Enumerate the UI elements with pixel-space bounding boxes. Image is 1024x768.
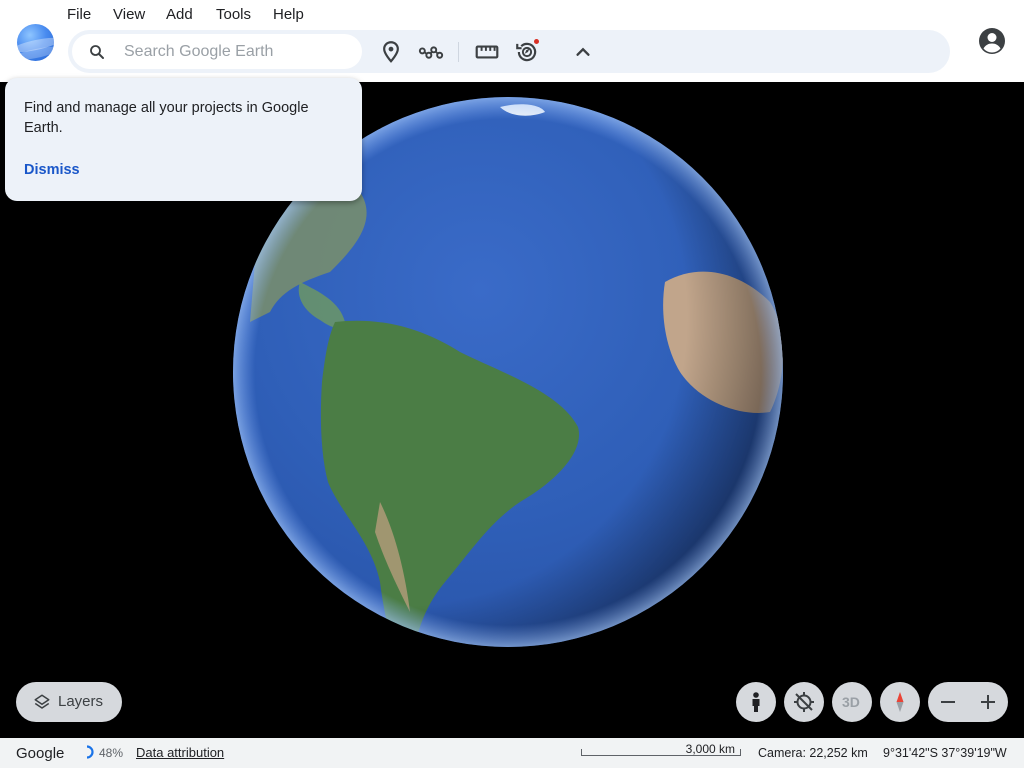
cursor-coordinates: 9°31'42"S 37°39'19"W bbox=[883, 746, 1007, 760]
menu-view[interactable]: View bbox=[113, 6, 145, 23]
voyager-icon[interactable] bbox=[514, 39, 540, 65]
loading-percent: 48% bbox=[99, 746, 124, 760]
pegman-icon bbox=[752, 692, 760, 712]
toggle-3d-button[interactable]: 3D bbox=[832, 682, 872, 722]
google-wordmark: Google bbox=[16, 745, 65, 762]
top-app-bar: File View Add Tools Help bbox=[0, 0, 1024, 82]
toggle-3d-label: 3D bbox=[842, 694, 860, 710]
scale-tick-left bbox=[581, 749, 582, 756]
data-attribution-link[interactable]: Data attribution bbox=[136, 745, 224, 760]
main-toolbar bbox=[68, 30, 950, 73]
scale-bar: 3,000 km bbox=[581, 742, 741, 761]
status-bar: Google 48% Data attribution 3,000 km Cam… bbox=[0, 738, 1024, 768]
account-icon[interactable] bbox=[977, 26, 1007, 56]
toolbar-divider bbox=[458, 42, 459, 62]
dismiss-button[interactable]: Dismiss bbox=[24, 162, 80, 178]
menu-help[interactable]: Help bbox=[273, 6, 304, 23]
location-off-icon bbox=[794, 692, 814, 712]
plus-icon bbox=[981, 695, 995, 709]
path-icon[interactable] bbox=[418, 39, 444, 65]
street-view-button[interactable] bbox=[736, 682, 776, 722]
google-earth-logo[interactable] bbox=[17, 24, 54, 61]
compass-button[interactable] bbox=[880, 682, 920, 722]
zoom-controls bbox=[928, 682, 1008, 722]
search-icon[interactable] bbox=[88, 43, 106, 61]
search-box[interactable] bbox=[72, 34, 362, 69]
promo-card-text: Find and manage all your projects in Goo… bbox=[24, 100, 309, 136]
place-marker-icon[interactable] bbox=[378, 39, 404, 65]
compass-icon bbox=[896, 692, 904, 712]
zoom-in-button[interactable] bbox=[968, 682, 1008, 722]
projects-promo-card: Find and manage all your projects in Goo… bbox=[5, 78, 362, 201]
scale-tick-right bbox=[740, 749, 741, 756]
layers-button[interactable]: Layers bbox=[16, 682, 122, 722]
scale-label: 3,000 km bbox=[685, 742, 735, 756]
search-input[interactable] bbox=[122, 40, 354, 64]
layers-label: Layers bbox=[58, 693, 104, 710]
camera-altitude: Camera: 22,252 km bbox=[758, 746, 868, 760]
menu-file[interactable]: File bbox=[67, 6, 91, 23]
notification-dot bbox=[534, 39, 539, 44]
layers-icon bbox=[33, 693, 51, 711]
minus-icon bbox=[941, 701, 955, 703]
ruler-icon[interactable] bbox=[474, 39, 500, 65]
menu-add[interactable]: Add bbox=[166, 6, 193, 23]
menu-tools[interactable]: Tools bbox=[216, 6, 251, 23]
zoom-out-button[interactable] bbox=[928, 682, 968, 722]
loading-spinner-icon bbox=[80, 745, 94, 759]
my-location-button[interactable] bbox=[784, 682, 824, 722]
chevron-up-icon[interactable] bbox=[570, 39, 596, 65]
